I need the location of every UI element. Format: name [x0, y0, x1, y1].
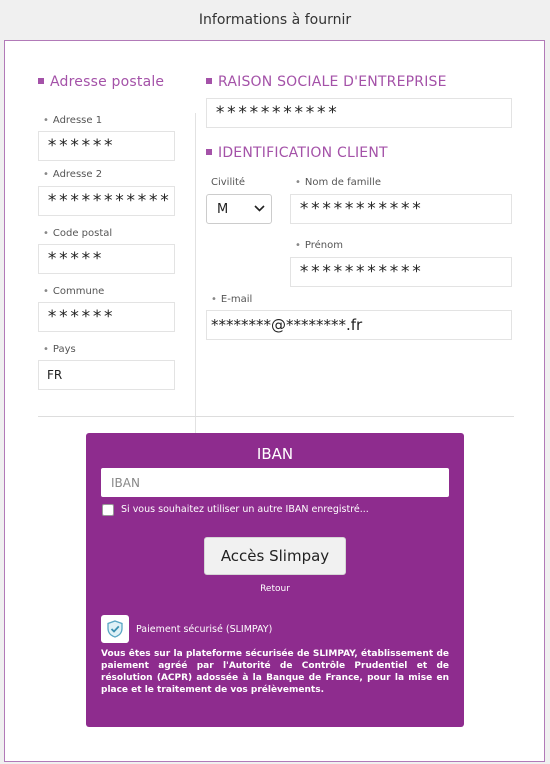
- postal-code-field[interactable]: *****: [38, 244, 175, 274]
- slimpay-access-button[interactable]: Accès Slimpay: [204, 537, 346, 575]
- other-iban-checkbox-label[interactable]: Si vous souhaitez utiliser un autre IBAN…: [121, 504, 369, 515]
- iban-input[interactable]: IBAN: [101, 468, 449, 497]
- shield-check-icon: [101, 615, 129, 643]
- address1-label: • Adresse 1: [43, 115, 103, 126]
- city-label: • Commune: [43, 286, 105, 297]
- other-iban-checkbox[interactable]: [102, 504, 114, 516]
- civility-label: Civilité: [211, 177, 246, 188]
- company-name-field[interactable]: ***********: [206, 98, 512, 128]
- back-link[interactable]: Retour: [86, 584, 464, 594]
- country-field[interactable]: FR: [38, 360, 175, 390]
- bullet-square-icon: [206, 149, 212, 155]
- address2-field[interactable]: ***********: [38, 186, 175, 216]
- country-label: • Pays: [43, 344, 76, 355]
- chevron-down-icon: [254, 204, 265, 215]
- page-title: Informations à fournir: [198, 12, 352, 28]
- address1-field[interactable]: ******: [38, 131, 175, 161]
- firstname-label: • Prénom: [295, 240, 344, 251]
- lastname-label: • Nom de famille: [295, 177, 381, 188]
- postal-code-label: • Code postal: [43, 228, 113, 239]
- client-section-title: IDENTIFICATION CLIENT: [206, 145, 388, 161]
- city-field[interactable]: ******: [38, 302, 175, 332]
- address2-label: • Adresse 2: [43, 169, 103, 180]
- column-divider: [195, 113, 196, 435]
- email-field[interactable]: ********@********.fr: [206, 310, 512, 340]
- bullet-square-icon: [206, 78, 212, 84]
- email-label: • E-mail: [211, 294, 253, 305]
- section-divider: [38, 416, 514, 417]
- company-section-title: RAISON SOCIALE D'ENTREPRISE: [206, 74, 447, 90]
- iban-panel: IBAN IBAN Si vous souhaitez utiliser un …: [86, 433, 464, 727]
- bullet-square-icon: [38, 78, 44, 84]
- firstname-field[interactable]: ***********: [290, 257, 512, 287]
- secure-payment-label: Paiement sécurisé (SLIMPAY): [136, 624, 273, 635]
- lastname-field[interactable]: ***********: [290, 194, 512, 224]
- civility-select[interactable]: M: [206, 194, 272, 224]
- iban-title: IBAN: [256, 445, 294, 463]
- address-section-title: Adresse postale: [38, 74, 164, 90]
- legal-notice: Vous êtes sur la plateforme sécurisée de…: [101, 649, 449, 695]
